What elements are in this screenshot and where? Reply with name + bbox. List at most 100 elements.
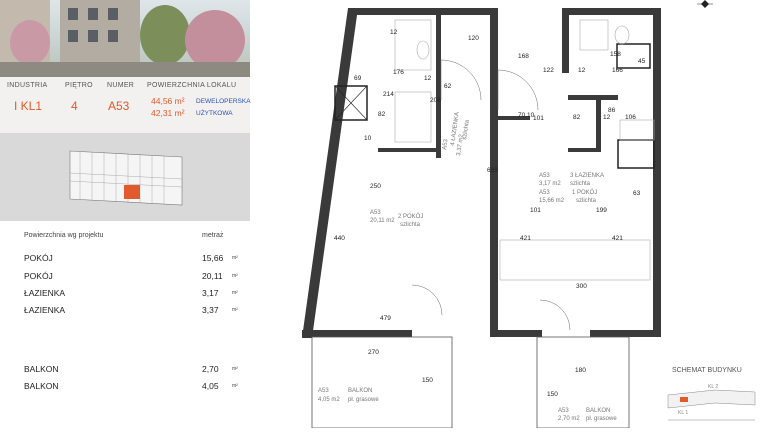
numer-label: NUMER (107, 82, 135, 89)
plan-text: 10 (364, 135, 372, 142)
window (88, 8, 98, 20)
floor-minimap (0, 133, 250, 221)
plan-text: 168 (518, 53, 529, 60)
blossom-tree (10, 20, 50, 65)
balcony-right (536, 336, 630, 429)
plan-text: szlichta (576, 198, 597, 204)
plan-text: A53 (539, 190, 550, 196)
plan-text: 176 (393, 69, 404, 76)
area-deweloperska-label: DEWELOPERSKA (196, 98, 251, 105)
plan-text: 82 (573, 114, 581, 121)
plan-text: 421 (520, 235, 531, 242)
plan-text: 12 (578, 67, 586, 74)
room-row-unit: m² (232, 307, 238, 313)
plan-text: szlichta (400, 222, 421, 228)
plan-text: 3 ŁAZIENKA (570, 173, 604, 179)
plan-text: 101 (533, 115, 544, 122)
powierzchnia-label: POWIERZCHNIA LOKALU (147, 82, 237, 89)
plan-text: 62 (444, 83, 452, 90)
green-tree (140, 5, 190, 65)
floor-plan: 12 120 69 176 12 214 62 82 206 168 122 1… (250, 0, 760, 429)
plan-text: 82 (378, 111, 386, 118)
plan-text: 2,70 m2 (558, 416, 580, 422)
plan-text: 150 (547, 391, 558, 398)
plan-text: pł. grasowe (348, 397, 379, 403)
room-row-value: 3,37 (202, 305, 219, 315)
plan-text: KL 1 (678, 410, 688, 416)
street (0, 62, 250, 77)
apartment-stats: INDUSTRIA PIĘTRO NUMER POWIERZCHNIA LOKA… (0, 77, 251, 133)
minimap-drawing (69, 150, 183, 206)
room-row-unit: m² (232, 255, 238, 261)
plan-text: 421 (612, 235, 623, 242)
room-row-value: 3,17 (202, 288, 219, 298)
plan-text: 150 (422, 377, 433, 384)
plan-text: 639 (487, 167, 498, 174)
plan-text: A53 (442, 138, 450, 150)
plan-text: szlichta (570, 181, 591, 187)
plan-text: 45 (638, 58, 646, 65)
floor-plan-drawing: 12 120 69 176 12 214 62 82 206 168 122 1… (302, 0, 756, 429)
area-uzytkowa-label: UŻYTKOWA (196, 110, 233, 117)
plan-text: 158 (610, 51, 621, 58)
window (68, 30, 78, 42)
plan-text: BALKON (348, 388, 372, 394)
table-unit-heading: metraż (202, 232, 224, 239)
plan-text: 63 (633, 190, 641, 197)
plan-text: 206 (430, 97, 441, 104)
balcony-row-value: 2,70 (202, 364, 219, 374)
room-row-value: 20,11 (202, 271, 223, 281)
plan-text: 120 (468, 35, 479, 42)
apartment-highlight (124, 185, 140, 199)
room-row-value: 15,66 (202, 253, 224, 263)
balcony-row-value: 4,05 (202, 381, 219, 391)
plan-text: A53 (558, 408, 569, 414)
pietro-label: PIĘTRO (65, 82, 93, 89)
plan-text: 180 (575, 367, 586, 374)
plan-text: 20,11 m2 (370, 218, 395, 224)
plan-text: 270 (368, 349, 379, 356)
plan-text: BALKON (586, 408, 610, 414)
room-labels: A53 4 ŁAZIENKA 3,37 m2 szlichta A53 3 ŁA… (318, 112, 617, 422)
plan-text: A53 (318, 388, 329, 394)
compass-icon (697, 0, 713, 8)
plan-text: 199 (596, 207, 607, 214)
area-table: Powierzchnia wg projektu metraż POKÓJ 15… (0, 221, 250, 428)
room-row-label: ŁAZIENKA (24, 288, 66, 298)
plan-text: 101 (530, 207, 541, 214)
plan-text: 1 POKÓJ (572, 189, 597, 196)
plan-text: 440 (334, 235, 345, 242)
walls (302, 8, 661, 338)
room-row-label: POKÓJ (24, 253, 53, 263)
plan-text: 106 (625, 114, 636, 121)
building-schema: KL 2 KL 1 (667, 384, 756, 421)
plan-text: 166 (612, 67, 623, 74)
numer-value: A53 (108, 99, 130, 113)
vent-shaft (617, 139, 655, 169)
plan-text: 3,17 m2 (539, 181, 561, 187)
window (88, 30, 98, 42)
pietro-value: 4 (71, 99, 78, 113)
room-row-label: POKÓJ (24, 271, 53, 281)
room-row-unit: m² (232, 273, 238, 279)
plan-text: 250 (370, 183, 381, 190)
building-photo (0, 0, 250, 77)
plan-text: A53 (539, 173, 550, 179)
plan-text: pł. grasowe (586, 416, 617, 422)
window (108, 8, 118, 20)
area-uzytkowa-value: 42,31 m² (151, 108, 185, 118)
area-deweloperska-value: 44,56 m² (151, 96, 185, 106)
plan-text: 69 (354, 75, 362, 82)
balcony-row-unit: m² (232, 383, 238, 389)
info-panel: INDUSTRIA PIĘTRO NUMER POWIERZCHNIA LOKA… (0, 0, 251, 428)
plan-text: 122 (543, 67, 554, 74)
plan-text: 4,05 m2 (318, 397, 340, 403)
plan-text: 12 (603, 114, 611, 121)
balcony-row-label: BALKON (24, 381, 59, 391)
window (108, 30, 118, 42)
industria-label: INDUSTRIA (7, 82, 48, 89)
table-heading: Powierzchnia wg projektu (24, 232, 104, 239)
plan-text: 12 (424, 75, 432, 82)
plan-text: 2 POKÓJ (398, 213, 423, 220)
plan-text: A53 (370, 210, 381, 216)
